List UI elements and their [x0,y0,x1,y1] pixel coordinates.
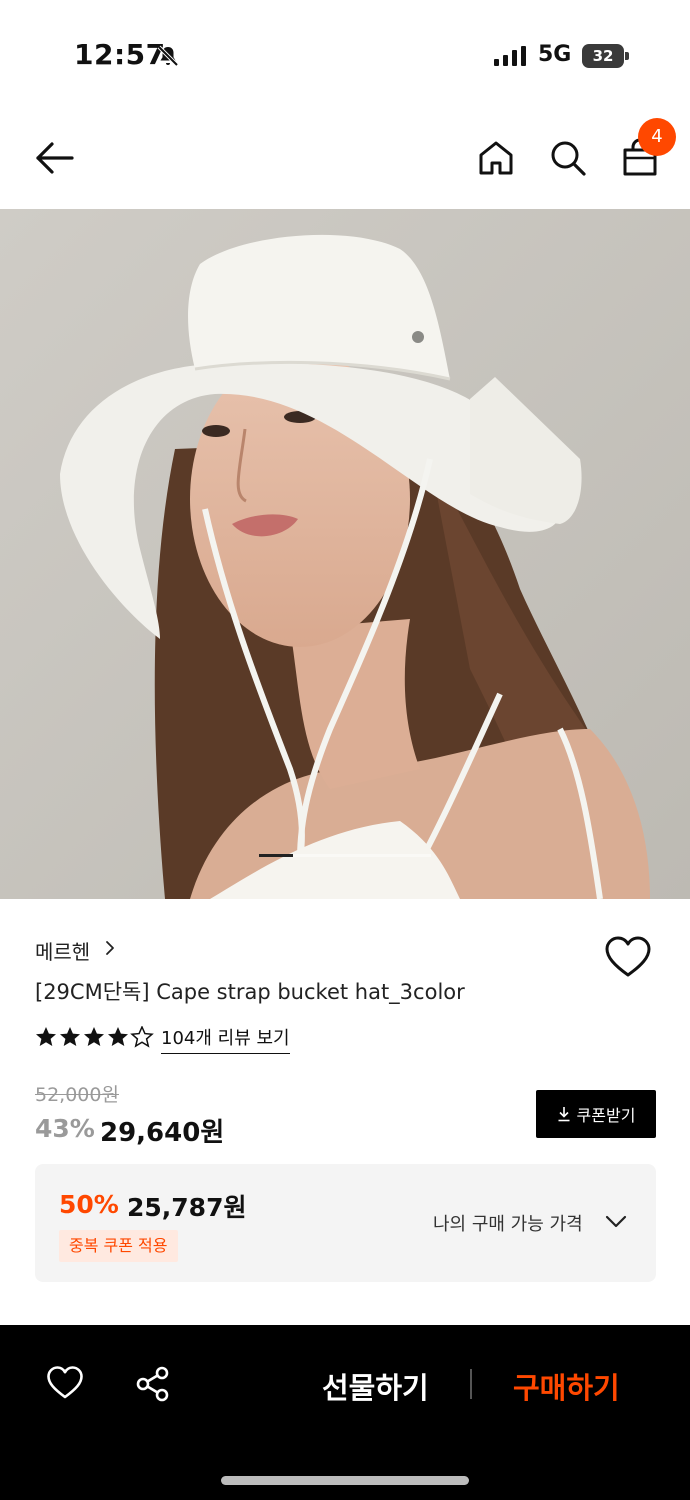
home-indicator[interactable] [221,1476,469,1485]
network-type: 5G [538,42,572,67]
best-price-value: 25,787원 [127,1193,247,1222]
chevron-down-icon[interactable] [605,1214,627,1230]
top-nav [0,110,690,208]
coupon-download-button[interactable]: 쿠폰받기 [536,1090,656,1138]
cart-count-badge: 4 [638,118,676,156]
chevron-right-icon[interactable] [104,940,116,956]
review-link[interactable]: 104개 리뷰 보기 [161,1024,290,1054]
bell-muted-icon [157,45,179,67]
heart-icon[interactable] [46,1365,84,1401]
heart-icon[interactable] [604,935,652,979]
coupon-download-label: 쿠폰받기 [576,1106,636,1125]
best-price-box[interactable]: 50% 25,787원 중복 쿠폰 적용 나의 구매 가능 가격 [35,1164,656,1282]
brand-link[interactable]: 메르헨 [35,936,90,965]
signal-icon [494,46,526,66]
battery-icon: 32 [582,44,630,68]
rating-stars [36,1026,153,1047]
buy-button[interactable]: 구매하기 [513,1365,620,1407]
image-pager-active [259,854,293,857]
product-title: [29CM단독] Cape strap bucket hat_3color [35,980,465,1004]
share-icon[interactable] [134,1365,172,1403]
gift-button[interactable]: 선물하기 [322,1365,429,1407]
my-price-toggle-label[interactable]: 나의 구매 가능 가격 [433,1210,583,1236]
divider [470,1369,472,1399]
sale-price: 29,640원 [100,1118,225,1148]
home-icon[interactable] [474,136,518,180]
original-price: 52,000원 [35,1084,119,1106]
discount-rate: 43% [35,1114,95,1143]
status-bar: 12:57 5G 32 [0,0,690,110]
status-time: 12:57 [74,38,166,71]
product-image[interactable] [0,209,690,899]
battery-level: 32 [582,44,624,68]
search-icon[interactable] [546,136,590,180]
coupon-applied-tag: 중복 쿠폰 적용 [59,1230,178,1262]
bottom-action-bar: 선물하기 구매하기 [0,1325,690,1500]
download-icon [558,1107,570,1122]
best-price-rate: 50% [59,1190,119,1219]
product-photo [0,209,690,899]
image-pager-indicator [259,854,431,857]
arrow-left-icon[interactable] [30,138,78,178]
